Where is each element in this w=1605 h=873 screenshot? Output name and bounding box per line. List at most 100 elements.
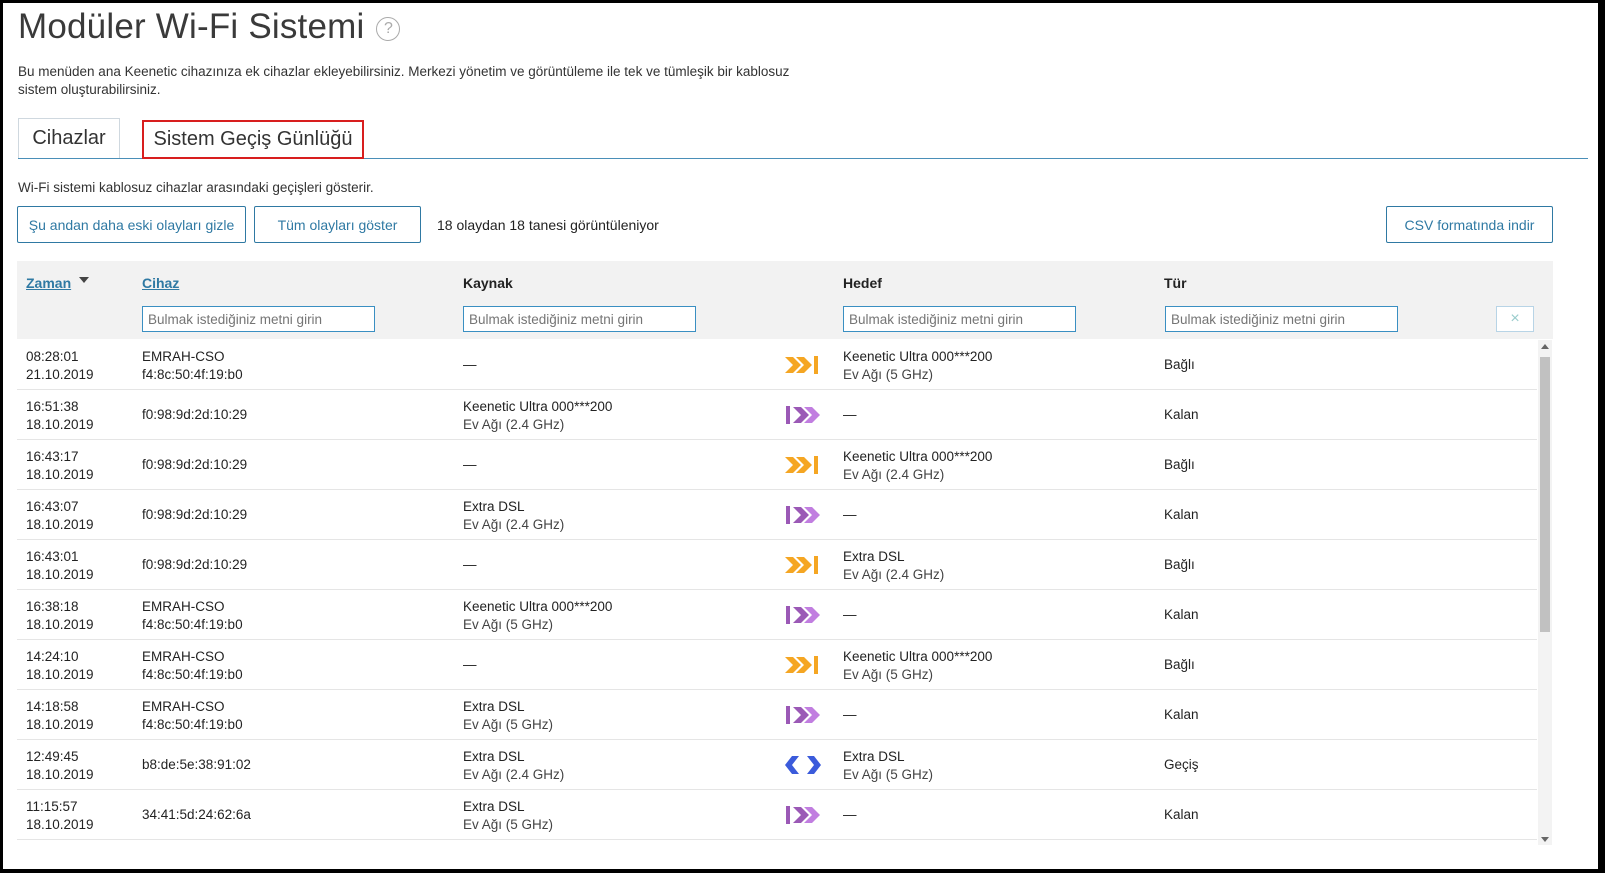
device-cell: EMRAH-CSO f4:8c:50:4f:19:b0	[142, 598, 243, 634]
device-mac: f4:8c:50:4f:19:b0	[142, 367, 243, 382]
target-cell: Extra DSL Ev Ağı (2.4 GHz)	[843, 548, 944, 584]
source-name: Keenetic Ultra 000***200	[463, 599, 613, 614]
event-date: 18.10.2019	[26, 817, 94, 832]
target-network: Ev Ağı (5 GHz)	[843, 667, 934, 682]
event-count-text: 18 olaydan 18 tanesi görüntüleniyor	[437, 217, 659, 233]
time-cell: 14:18:58 18.10.2019	[26, 698, 94, 734]
hide-old-events-button[interactable]: Şu andan daha eski olayları gizle	[17, 206, 246, 243]
column-header-device[interactable]: Cihaz	[142, 275, 179, 291]
device-filter-input[interactable]	[142, 306, 375, 332]
event-time: 12:49:45	[26, 749, 79, 764]
scroll-up-icon[interactable]	[1541, 344, 1549, 349]
log-description: Wi-Fi sistemi kablosuz cihazlar arasında…	[18, 180, 374, 195]
tab-devices[interactable]: Cihazlar	[18, 118, 120, 158]
event-time: 16:43:01	[26, 549, 79, 564]
table-row: 12:49:45 18.10.2019 b8:de:5e:38:91:02 Extra…	[17, 740, 1537, 790]
scrollbar-thumb[interactable]	[1540, 357, 1550, 632]
target-cell: —	[843, 607, 857, 622]
close-icon: ×	[1510, 310, 1520, 327]
source-cell: —	[463, 457, 477, 472]
time-cell: 12:49:45 18.10.2019	[26, 748, 94, 784]
time-cell: 14:24:10 18.10.2019	[26, 648, 94, 684]
event-date: 18.10.2019	[26, 767, 94, 782]
scroll-down-icon[interactable]	[1541, 837, 1549, 842]
column-header-type: Tür	[1164, 275, 1187, 291]
csv-download-button[interactable]: CSV formatında indir	[1386, 206, 1553, 243]
type-filter-input[interactable]	[1165, 306, 1398, 332]
source-name: Keenetic Ultra 000***200	[463, 399, 613, 414]
event-time: 16:43:17	[26, 449, 79, 464]
source-filter-input[interactable]	[463, 306, 696, 332]
time-cell: 16:43:07 18.10.2019	[26, 498, 94, 534]
source-name: Extra DSL	[463, 799, 525, 814]
source-name: Extra DSL	[463, 749, 525, 764]
source-cell: —	[463, 557, 477, 572]
device-name: EMRAH-CSO	[142, 649, 225, 664]
device-mac: f4:8c:50:4f:19:b0	[142, 667, 243, 682]
device-name: EMRAH-CSO	[142, 349, 225, 364]
device-cell: f0:98:9d:2d:10:29	[142, 457, 248, 472]
source-network: Ev Ağı (2.4 GHz)	[463, 517, 565, 532]
show-all-events-button[interactable]: Tüm olayları göster	[254, 206, 421, 243]
device-name: EMRAH-CSO	[142, 599, 225, 614]
left-arrow-icon	[783, 703, 823, 727]
target-cell: —	[843, 707, 857, 722]
target-network: Ev Ağı (5 GHz)	[843, 367, 934, 382]
target-name: Keenetic Ultra 000***200	[843, 449, 993, 464]
table-row: 14:18:58 18.10.2019 EMRAH-CSO f4:8c:50:4f:1…	[17, 690, 1537, 740]
page-description: Bu menüden ana Keenetic cihazınıza ek ci…	[18, 64, 790, 97]
column-header-time[interactable]: Zaman	[26, 275, 71, 291]
type-cell: Kalan	[1164, 607, 1199, 622]
type-cell: Kalan	[1164, 507, 1199, 522]
tab-system-roaming-log[interactable]: Sistem Geçiş Günlüğü	[142, 120, 364, 159]
tab-bar: Cihazlar Sistem Geçiş Günlüğü	[18, 118, 1588, 159]
left-arrow-icon	[783, 803, 823, 827]
event-date: 18.10.2019	[26, 667, 94, 682]
event-time: 14:18:58	[26, 699, 79, 714]
device-cell: f0:98:9d:2d:10:29	[142, 407, 248, 422]
table-row: 16:43:17 18.10.2019 f0:98:9d:2d:10:29 — Keen…	[17, 440, 1537, 490]
sort-desc-icon[interactable]	[79, 277, 89, 283]
table-row: 11:15:57 18.10.2019 34:41:5d:24:62:6a Extra…	[17, 790, 1537, 840]
time-cell: 16:43:01 18.10.2019	[26, 548, 94, 584]
source-cell: Extra DSL Ev Ağı (2.4 GHz)	[463, 498, 564, 534]
device-cell: EMRAH-CSO f4:8c:50:4f:19:b0	[142, 648, 243, 684]
target-name: Keenetic Ultra 000***200	[843, 649, 993, 664]
connected-arrow-icon	[783, 353, 823, 377]
help-icon[interactable]: ?	[376, 17, 401, 41]
source-name: Extra DSL	[463, 699, 525, 714]
target-network: Ev Ağı (5 GHz)	[843, 767, 934, 782]
event-date: 18.10.2019	[26, 717, 94, 732]
type-cell: Bağlı	[1164, 557, 1195, 572]
type-cell: Bağlı	[1164, 457, 1195, 472]
target-network: Ev Ağı (2.4 GHz)	[843, 567, 945, 582]
type-cell: Bağlı	[1164, 657, 1195, 672]
time-cell: 16:51:38 18.10.2019	[26, 398, 94, 434]
source-cell: Keenetic Ultra 000***200 Ev Ağı (2.4 GHz)	[463, 398, 612, 434]
device-mac: f4:8c:50:4f:19:b0	[142, 717, 243, 732]
target-cell: Keenetic Ultra 000***200 Ev Ağı (2.4 GHz)	[843, 448, 992, 484]
event-date: 18.10.2019	[26, 617, 94, 632]
log-table-body: 08:28:01 21.10.2019 EMRAH-CSO f4:8c:50:4f:1…	[17, 340, 1537, 840]
table-row: 16:38:18 18.10.2019 EMRAH-CSO f4:8c:50:4f:1…	[17, 590, 1537, 640]
roaming-arrow-icon	[783, 753, 823, 777]
app-frame: Modüler Wi-Fi Sistemi ? Bu menüden ana K…	[3, 3, 1598, 869]
event-date: 21.10.2019	[26, 367, 94, 382]
source-cell: Extra DSL Ev Ağı (2.4 GHz)	[463, 748, 564, 784]
type-cell: Kalan	[1164, 807, 1199, 822]
device-cell: b8:de:5e:38:91:02	[142, 757, 251, 772]
left-arrow-icon	[783, 403, 823, 427]
device-cell: EMRAH-CSO f4:8c:50:4f:19:b0	[142, 348, 243, 384]
column-header-target: Hedef	[843, 275, 882, 291]
type-cell: Kalan	[1164, 407, 1199, 422]
device-cell: f0:98:9d:2d:10:29	[142, 507, 248, 522]
table-row: 16:43:01 18.10.2019 f0:98:9d:2d:10:29 — Extr…	[17, 540, 1537, 590]
target-filter-input[interactable]	[843, 306, 1076, 332]
page-header: Modüler Wi-Fi Sistemi ?	[18, 7, 401, 47]
event-date: 18.10.2019	[26, 517, 94, 532]
table-row: 16:51:38 18.10.2019 f0:98:9d:2d:10:29 Keene…	[17, 390, 1537, 440]
left-arrow-icon	[783, 603, 823, 627]
type-cell: Kalan	[1164, 707, 1199, 722]
left-arrow-icon	[783, 503, 823, 527]
clear-filters-button[interactable]: ×	[1496, 306, 1534, 332]
